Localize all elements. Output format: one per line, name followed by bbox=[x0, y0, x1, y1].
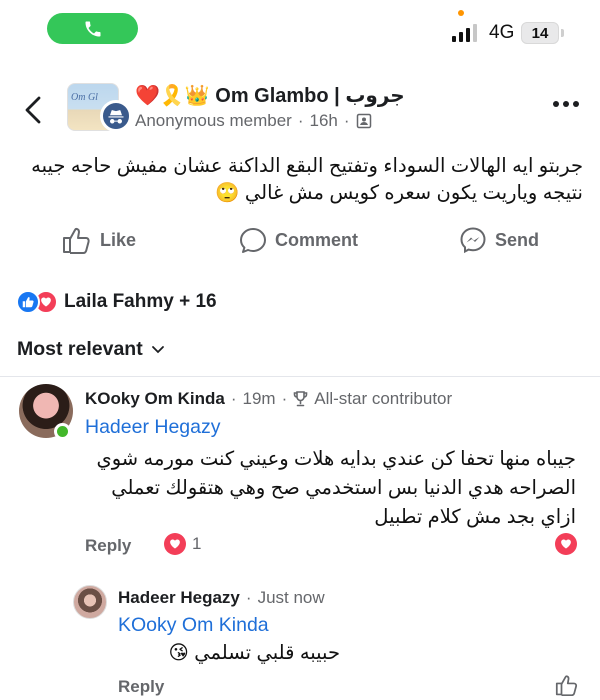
reply-button[interactable]: Reply bbox=[85, 536, 131, 556]
send-label: Send bbox=[495, 229, 540, 250]
comment-time: 19m bbox=[242, 389, 276, 408]
contributor-badge[interactable]: All-star contributor bbox=[314, 389, 452, 409]
back-arrow-icon[interactable] bbox=[22, 95, 44, 125]
comment-header: KOoky Om Kinda · 19m · All-star contribu… bbox=[85, 389, 452, 409]
post-time[interactable]: 16h bbox=[310, 111, 338, 131]
meta-separator: · bbox=[230, 389, 237, 408]
battery-cap bbox=[561, 29, 564, 37]
post-body-text: جربتو ايه الهالات السوداء وتفتيح البقع ا… bbox=[31, 155, 583, 204]
reply-header: Hadeer Hegazy · Just now bbox=[118, 588, 325, 608]
group-avatar-text: Om Gl bbox=[71, 92, 98, 103]
love-react-button[interactable] bbox=[555, 533, 577, 555]
reply-author[interactable]: Hadeer Hegazy bbox=[118, 588, 240, 608]
sort-label: Most relevant bbox=[17, 338, 143, 360]
comment-reactions[interactable]: 1 bbox=[164, 533, 201, 555]
reply-button[interactable]: Reply bbox=[118, 677, 164, 697]
comment-icon bbox=[240, 228, 266, 253]
comment-mention[interactable]: Hadeer Hegazy bbox=[85, 416, 221, 439]
online-status-dot bbox=[54, 423, 71, 440]
love-reaction-icon bbox=[164, 533, 186, 555]
reply-text: حبيبه قلبي تسلمي 😘 bbox=[168, 642, 340, 664]
comment-label: Comment bbox=[275, 229, 359, 250]
meta-separator: · bbox=[245, 588, 252, 607]
reply-time: Just now bbox=[257, 588, 325, 607]
reply-mention[interactable]: KOoky Om Kinda bbox=[118, 614, 269, 637]
group-name[interactable]: ❤️🎗️👑 Om Glambo | جروب bbox=[135, 83, 405, 108]
reactions-text: Laila Fahmy + 16 bbox=[64, 291, 217, 312]
comment-text: جيباه منها تحفا كن عندي بدايه هلات وعيني… bbox=[96, 448, 576, 528]
messenger-icon bbox=[460, 227, 486, 254]
privacy-indicator-dot bbox=[458, 10, 464, 16]
ongoing-call-pill[interactable] bbox=[47, 13, 138, 44]
trophy-icon bbox=[293, 391, 308, 407]
anonymous-member-icon bbox=[100, 100, 132, 132]
comment-author[interactable]: KOoky Om Kinda bbox=[85, 389, 225, 409]
group-audience-icon bbox=[356, 113, 371, 129]
like-button[interactable]: Like bbox=[62, 226, 136, 254]
meta-separator: · bbox=[343, 111, 350, 130]
post-meta: Anonymous member · 16h · bbox=[135, 111, 372, 131]
reaction-count: 1 bbox=[192, 534, 202, 553]
like-label: Like bbox=[100, 229, 137, 250]
comment-button[interactable]: Comment bbox=[239, 226, 358, 254]
send-button[interactable]: Send bbox=[459, 226, 539, 254]
more-options-icon[interactable] bbox=[553, 101, 579, 107]
phone-icon bbox=[85, 21, 100, 36]
sort-comments-dropdown[interactable]: Most relevant bbox=[17, 338, 165, 361]
chevron-down-icon bbox=[151, 345, 164, 353]
like-reaction-icon bbox=[16, 290, 40, 314]
battery-indicator: 14 bbox=[521, 22, 559, 44]
post-author[interactable]: Anonymous member bbox=[135, 111, 292, 131]
meta-separator: · bbox=[297, 111, 304, 130]
reactions-summary[interactable]: Laila Fahmy + 16 bbox=[16, 290, 217, 314]
signal-bars-icon bbox=[452, 24, 477, 42]
comments-divider bbox=[0, 376, 600, 377]
thumbs-up-icon[interactable] bbox=[555, 674, 579, 696]
reply-author-avatar[interactable] bbox=[73, 585, 107, 619]
meta-separator: · bbox=[281, 389, 288, 408]
thumbs-up-icon bbox=[63, 227, 90, 254]
network-type: 4G bbox=[489, 22, 515, 43]
